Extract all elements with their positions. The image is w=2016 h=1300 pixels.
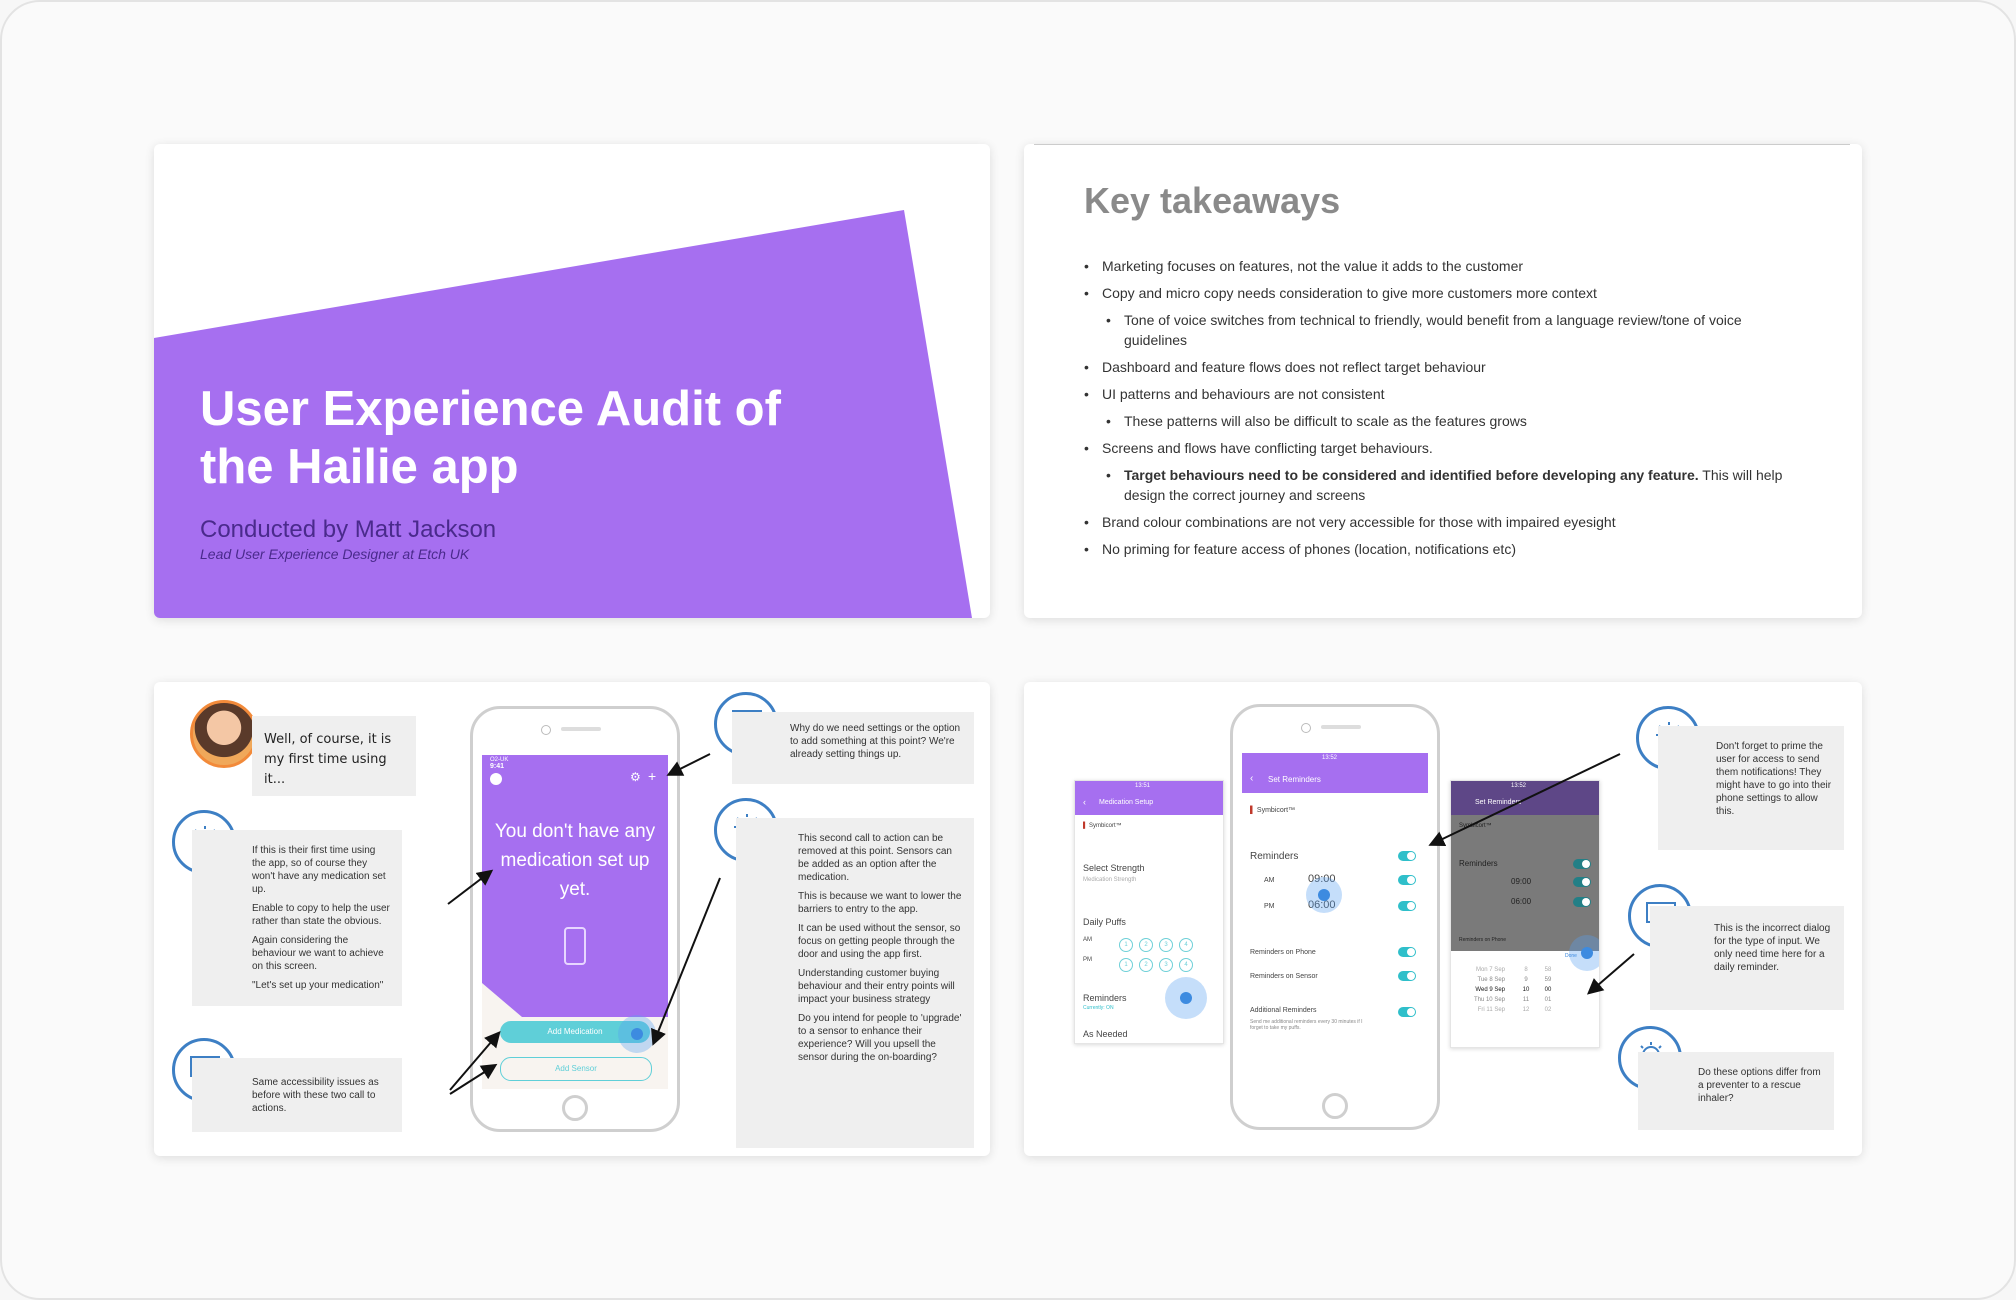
bold-text: Target behaviours need to be considered … [1124, 467, 1699, 483]
takeaway-subitem: These patterns will also be difficult to… [1082, 411, 1802, 431]
presentation-title: User Experience Audit of the Hailie app [200, 382, 781, 494]
takeaway-item: Copy and micro copy needs consideration … [1082, 283, 1802, 303]
annotation-arrows [447, 753, 721, 1095]
slide-title: User Experience Audit of the Hailie app … [154, 144, 990, 618]
divider [1034, 144, 1850, 145]
takeaway-item: No priming for feature access of phones … [1082, 539, 1802, 559]
takeaways-list: Marketing focuses on features, not the v… [1082, 256, 1802, 566]
takeaway-subitem: Target behaviours need to be considered … [1082, 465, 1802, 505]
takeaway-item: Brand colour combinations are not very a… [1082, 512, 1802, 532]
slide-reminders-audit: 13:51 ‹ Medication Setup ▌ Symbicort™ Se… [1024, 682, 1862, 1156]
takeaway-item: Marketing focuses on features, not the v… [1082, 256, 1802, 276]
annotation-arrows [1428, 753, 1635, 995]
author-role: Lead User Experience Designer at Etch UK [200, 546, 470, 562]
slide-empty-state-audit: Well, of course, it is my first time usi… [154, 682, 990, 1156]
takeaway-item: Dashboard and feature flows does not ref… [1082, 357, 1802, 377]
takeaway-item: Screens and flows have conflicting targe… [1082, 438, 1802, 458]
slide-key-takeaways: Key takeaways Marketing focuses on featu… [1024, 144, 1862, 618]
takeaway-item: UI patterns and behaviours are not consi… [1082, 384, 1802, 404]
author-line: Conducted by Matt Jackson [200, 516, 497, 543]
takeaway-subitem: Tone of voice switches from technical to… [1082, 310, 1802, 350]
slide-heading: Key takeaways [1084, 180, 1341, 221]
